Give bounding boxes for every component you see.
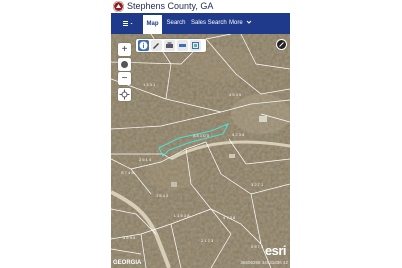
parcel-map[interactable]: 1 3 3 1 4 9 4 5 A 5 1 0 3 4 2 3 4 2 6 1 … bbox=[111, 34, 290, 268]
globe-icon bbox=[121, 61, 128, 68]
print-icon[interactable] bbox=[164, 40, 175, 51]
parcel-label: 1 5 4 2 bbox=[156, 193, 169, 198]
chevron-down-icon bbox=[246, 21, 252, 25]
page-title: Stephens County, GA bbox=[127, 1, 214, 11]
parcel-label: 4 7 3 8 bbox=[223, 215, 236, 220]
nav-more-label: More bbox=[229, 20, 243, 26]
parcel-label: 4 9 4 5 bbox=[229, 92, 242, 97]
crosshair-icon bbox=[119, 89, 130, 100]
nav-search[interactable]: Search bbox=[165, 13, 187, 34]
nav-sales-search[interactable]: Sales Search bbox=[191, 13, 227, 34]
pencil-icon[interactable] bbox=[151, 40, 162, 51]
zoom-out-button[interactable]: − bbox=[118, 72, 131, 85]
nav-map[interactable]: Map bbox=[143, 15, 162, 34]
info-icon[interactable] bbox=[138, 40, 149, 51]
title-bar: Stephens County, GA bbox=[111, 0, 290, 13]
map-toolbar bbox=[136, 39, 206, 52]
main-nav: Map Search Sales Search More bbox=[111, 13, 290, 34]
parcel-label: 2 9 7 3 bbox=[251, 244, 264, 249]
parcel-label: L 1 5 3 8 bbox=[174, 213, 190, 218]
pencil-icon bbox=[279, 42, 284, 47]
basemap-credit: GEORGIA bbox=[113, 260, 142, 266]
home-extent-button[interactable] bbox=[118, 58, 131, 71]
parcel-label: A 5 1 0 3 bbox=[193, 133, 210, 138]
parcel-labels-layer: 1 3 3 1 4 9 4 5 A 5 1 0 3 4 2 3 4 2 6 1 … bbox=[121, 82, 264, 249]
parcel-label: S 7 4 6 bbox=[121, 170, 134, 175]
app-frame: Stephens County, GA Map Search Sales Sea… bbox=[111, 0, 290, 268]
layers-icon[interactable] bbox=[190, 40, 201, 51]
parcel-label: 2 6 1 4 bbox=[139, 157, 152, 162]
measure-icon[interactable] bbox=[177, 40, 188, 51]
parcel-label: 4 2 3 4 bbox=[232, 132, 245, 137]
nav-more[interactable]: More bbox=[229, 13, 252, 34]
parcel-label: 3 2 7 1 bbox=[251, 182, 264, 187]
hamburger-icon bbox=[123, 21, 133, 26]
parcel-label: 1 3 3 1 bbox=[143, 82, 156, 87]
coordinate-readout: 36606288 34531836 42 bbox=[240, 260, 288, 265]
esri-logo: esri bbox=[264, 243, 287, 258]
locate-button[interactable] bbox=[118, 88, 131, 101]
edit-button[interactable] bbox=[276, 39, 287, 50]
parcel-label: 3 6 5 4 bbox=[123, 235, 136, 240]
menu-button[interactable] bbox=[117, 13, 139, 34]
parcel-label: 2 1 7 3 bbox=[201, 238, 214, 243]
zoom-in-button[interactable]: + bbox=[118, 43, 131, 56]
county-seal-icon bbox=[113, 1, 124, 12]
